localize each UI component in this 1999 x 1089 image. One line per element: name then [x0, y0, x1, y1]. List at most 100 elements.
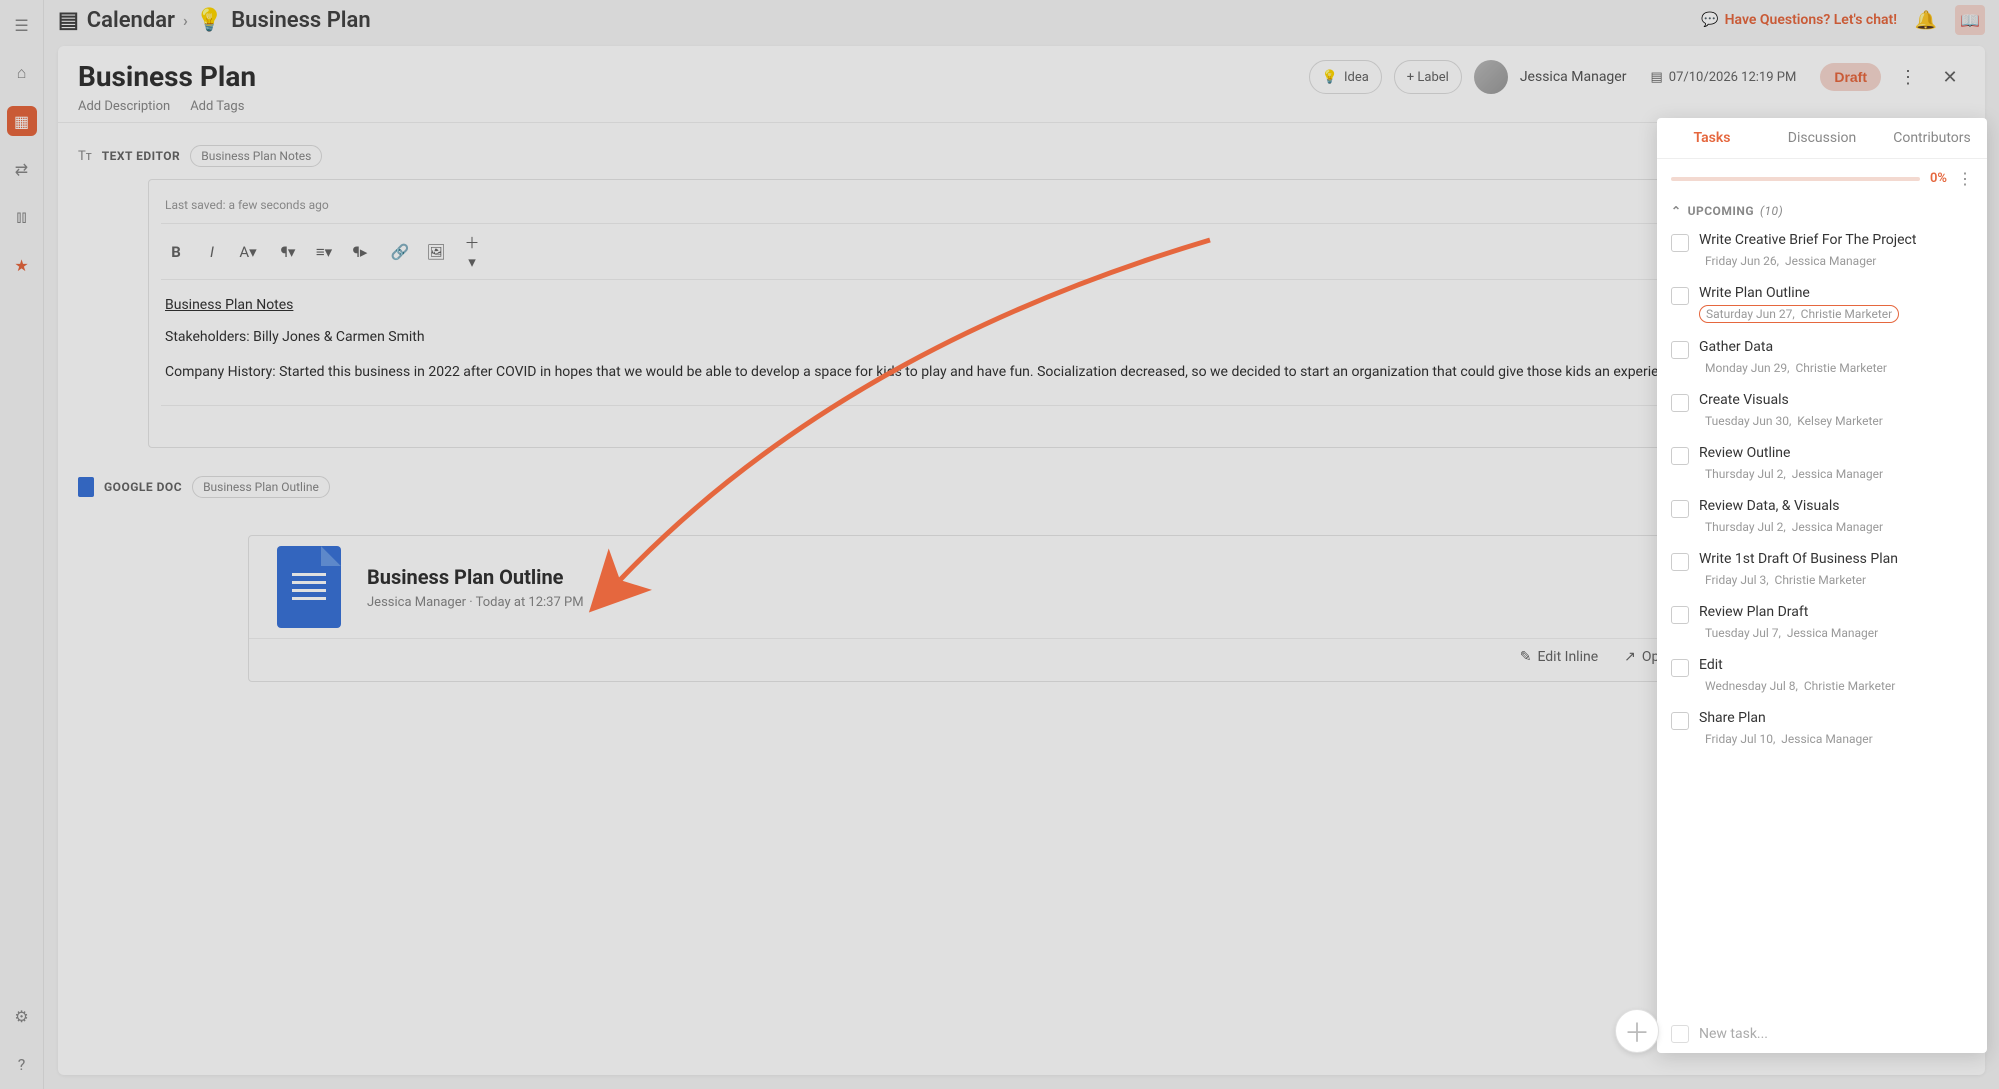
tab-discussion[interactable]: Discussion — [1767, 118, 1877, 158]
close-icon[interactable]: ✕ — [1935, 62, 1965, 92]
link-button[interactable]: 🔗 — [389, 243, 411, 261]
doc-stakeholders: Stakeholders: Billy Jones & Carmen Smith — [165, 326, 1878, 348]
bold-button[interactable]: B — [165, 243, 187, 261]
shuffle-icon[interactable]: ⇄ — [7, 154, 37, 184]
task-checkbox[interactable] — [1671, 447, 1689, 465]
task-title: Share Plan — [1699, 710, 1973, 726]
task-row[interactable]: Write Creative Brief For The ProjectFrid… — [1671, 224, 1973, 277]
breadcrumb-page: Business Plan — [231, 8, 370, 33]
editor-chip[interactable]: Business Plan Notes — [190, 145, 322, 167]
task-title: Write 1st Draft Of Business Plan — [1699, 551, 1973, 567]
task-checkbox[interactable] — [1671, 234, 1689, 252]
add-tags-link[interactable]: Add Tags — [190, 99, 244, 114]
gdoc-icon — [78, 477, 94, 497]
help-icon[interactable]: ? — [7, 1049, 37, 1079]
calendar-pill-icon: ▤ — [1650, 70, 1662, 85]
task-row[interactable]: Write Plan OutlineSaturday Jun 27, Chris… — [1671, 277, 1973, 331]
chevron-down-icon[interactable]: ⌃ — [1671, 204, 1682, 218]
gdoc-card: Business Plan Outline Jessica Manager · … — [248, 535, 1795, 682]
settings-icon[interactable]: ⚙ — [7, 1001, 37, 1031]
italic-button[interactable]: I — [201, 243, 223, 261]
image-button[interactable]: 🖼 — [425, 243, 447, 261]
indent-button[interactable]: ¶▸ — [349, 243, 371, 261]
group-count: (10) — [1760, 204, 1783, 218]
text-editor-label: TEXT EDITOR — [102, 149, 181, 163]
task-list: Write Creative Brief For The ProjectFrid… — [1657, 224, 1987, 1015]
task-row[interactable]: Edit Wednesday Jul 8, Christie Marketer — [1671, 649, 1973, 702]
task-title: Gather Data — [1699, 339, 1973, 355]
task-row[interactable]: Share Plan Friday Jul 10, Jessica Manager — [1671, 702, 1973, 755]
bookmark-icon[interactable]: ★ — [7, 250, 37, 280]
chat-link[interactable]: 💬 Have Questions? Let's chat! — [1701, 12, 1897, 28]
tab-contributors[interactable]: Contributors — [1877, 118, 1987, 158]
status-button[interactable]: Draft — [1820, 63, 1881, 91]
add-fab[interactable]: ＋ — [1615, 1009, 1659, 1053]
task-meta: Thursday Jul 2, Jessica Manager — [1699, 466, 1889, 482]
task-checkbox[interactable] — [1671, 606, 1689, 624]
task-meta: Thursday Jul 2, Jessica Manager — [1699, 519, 1889, 535]
progress-bar — [1671, 177, 1920, 181]
task-row[interactable]: Review Data, & VisualsThursday Jul 2, Je… — [1671, 490, 1973, 543]
gdoc-time: Today at 12:37 PM — [476, 595, 584, 610]
analytics-icon[interactable]: ⫾⫾ — [7, 202, 37, 232]
more-vert-icon[interactable]: ⋮ — [1893, 62, 1923, 92]
pencil-icon: ✎ — [1520, 649, 1532, 665]
doc-history: Company History: Started this business i… — [165, 361, 1878, 383]
tab-tasks[interactable]: Tasks — [1657, 118, 1767, 158]
calendar-icon[interactable]: ▦ — [7, 106, 37, 136]
menu-icon[interactable]: ☰ — [7, 10, 37, 40]
edit-inline-button[interactable]: ✎ Edit Inline — [1520, 649, 1598, 665]
owner-avatar[interactable] — [1474, 60, 1508, 94]
task-checkbox[interactable] — [1671, 287, 1689, 305]
add-label-pill[interactable]: + Label — [1394, 60, 1462, 94]
new-task-checkbox[interactable] — [1671, 1025, 1689, 1043]
add-description-link[interactable]: Add Description — [78, 99, 170, 114]
external-icon: ↗ — [1624, 649, 1636, 665]
book-icon[interactable]: 📖 — [1955, 5, 1985, 35]
task-meta: Friday Jun 26, Jessica Manager — [1699, 253, 1882, 269]
task-row[interactable]: Create Visuals Tuesday Jun 30, Kelsey Mar… — [1671, 384, 1973, 437]
task-title: Edit — [1699, 657, 1973, 673]
align-button[interactable]: ≡▾ — [313, 243, 335, 261]
task-title: Create Visuals — [1699, 392, 1973, 408]
gdoc-label: GOOGLE DOC — [104, 480, 182, 494]
task-checkbox[interactable] — [1671, 553, 1689, 571]
lightbulb-sm-icon: 💡 — [1322, 70, 1338, 85]
page-title[interactable]: Business Plan — [78, 60, 256, 93]
task-meta: Friday Jul 3, Christie Marketer — [1699, 572, 1872, 588]
task-checkbox[interactable] — [1671, 341, 1689, 359]
task-meta: Tuesday Jun 30, Kelsey Marketer — [1699, 413, 1889, 429]
new-task-row[interactable]: New task... — [1657, 1015, 1987, 1053]
font-button[interactable]: A▾ — [237, 243, 259, 261]
calendar-sm-icon: ▤ — [58, 8, 79, 33]
task-row[interactable]: Review Plan DraftTuesday Jul 7, Jessica … — [1671, 596, 1973, 649]
bell-icon[interactable]: 🔔 — [1911, 5, 1941, 35]
task-meta: Tuesday Jul 7, Jessica Manager — [1699, 625, 1884, 641]
paragraph-button[interactable]: ¶▾ — [277, 243, 299, 261]
insert-button[interactable]: ＋▾ — [461, 232, 483, 271]
panel-more-icon[interactable]: ⋮ — [1957, 169, 1973, 188]
task-meta: Friday Jul 10, Jessica Manager — [1699, 731, 1879, 747]
task-checkbox[interactable] — [1671, 500, 1689, 518]
task-meta: Wednesday Jul 8, Christie Marketer — [1699, 678, 1901, 694]
task-checkbox[interactable] — [1671, 712, 1689, 730]
chevron-right-icon: › — [183, 11, 188, 30]
last-saved-text: Last saved: a few seconds ago — [165, 198, 329, 212]
date-pill[interactable]: ▤ 07/10/2026 12:19 PM — [1638, 60, 1808, 94]
gdoc-chip[interactable]: Business Plan Outline — [192, 476, 330, 498]
top-bar: ▤ Calendar › 💡 Business Plan 💬 Have Ques… — [44, 0, 1999, 40]
task-row[interactable]: Review Outline Thursday Jul 2, Jessica Ma… — [1671, 437, 1973, 490]
owner-name: Jessica Manager — [1520, 69, 1627, 85]
idea-pill[interactable]: 💡 Idea — [1309, 60, 1382, 94]
editor-document[interactable]: Business Plan Notes Stakeholders: Billy … — [161, 280, 1882, 405]
task-checkbox[interactable] — [1671, 659, 1689, 677]
gdoc-title: Business Plan Outline — [367, 565, 584, 589]
breadcrumb-root[interactable]: Calendar — [87, 8, 175, 33]
task-title: Review Outline — [1699, 445, 1973, 461]
home-icon[interactable]: ⌂ — [7, 58, 37, 88]
page-header: Business Plan Add Description Add Tags 💡… — [58, 46, 1985, 123]
left-nav: ☰ ⌂ ▦ ⇄ ⫾⫾ ★ ⚙ ? — [0, 0, 44, 1089]
task-row[interactable]: Write 1st Draft Of Business Plan Friday J… — [1671, 543, 1973, 596]
task-row[interactable]: Gather DataMonday Jun 29, Christie Marke… — [1671, 331, 1973, 384]
task-checkbox[interactable] — [1671, 394, 1689, 412]
